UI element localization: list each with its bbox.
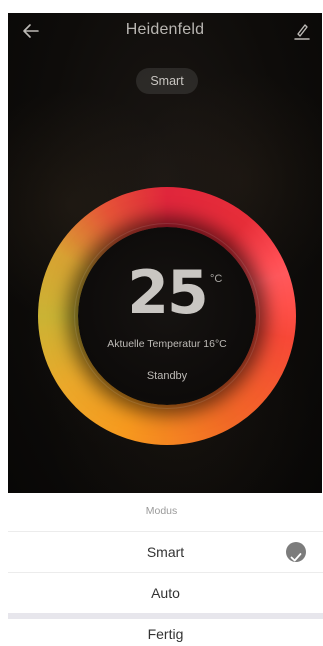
status-text: Standby [146, 370, 188, 382]
page-title: Heidenfeld [125, 21, 205, 38]
thermostat-screen: Heidenfeld Smart 25 °C Aktuelle Temperat… [8, 13, 322, 493]
edit-pencil-icon[interactable] [294, 22, 310, 40]
temperature-unit: °C [210, 273, 223, 285]
dial-center: 25 °C Aktuelle Temperatur 16°C Standby [74, 223, 260, 409]
mode-option-label: Smart [146, 544, 185, 560]
current-temperature: Aktuelle Temperatur 16°C [107, 338, 227, 350]
done-button[interactable]: Fertig [8, 619, 323, 646]
mode-badge[interactable]: Smart [136, 68, 198, 94]
set-temperature: 25 [127, 258, 209, 328]
mode-sheet: Modus Smart Auto Fertig [0, 493, 323, 646]
mode-option-auto[interactable]: Auto [8, 573, 323, 613]
mode-option-label: Auto [151, 585, 180, 601]
top-bar: Heidenfeld [8, 13, 322, 49]
done-label: Fertig [147, 626, 184, 642]
checkmark-icon [286, 542, 306, 562]
temperature-dial[interactable]: 25 °C Aktuelle Temperatur 16°C Standby [38, 187, 296, 445]
sheet-title: Modus [145, 505, 178, 517]
mode-option-smart[interactable]: Smart [8, 532, 323, 572]
